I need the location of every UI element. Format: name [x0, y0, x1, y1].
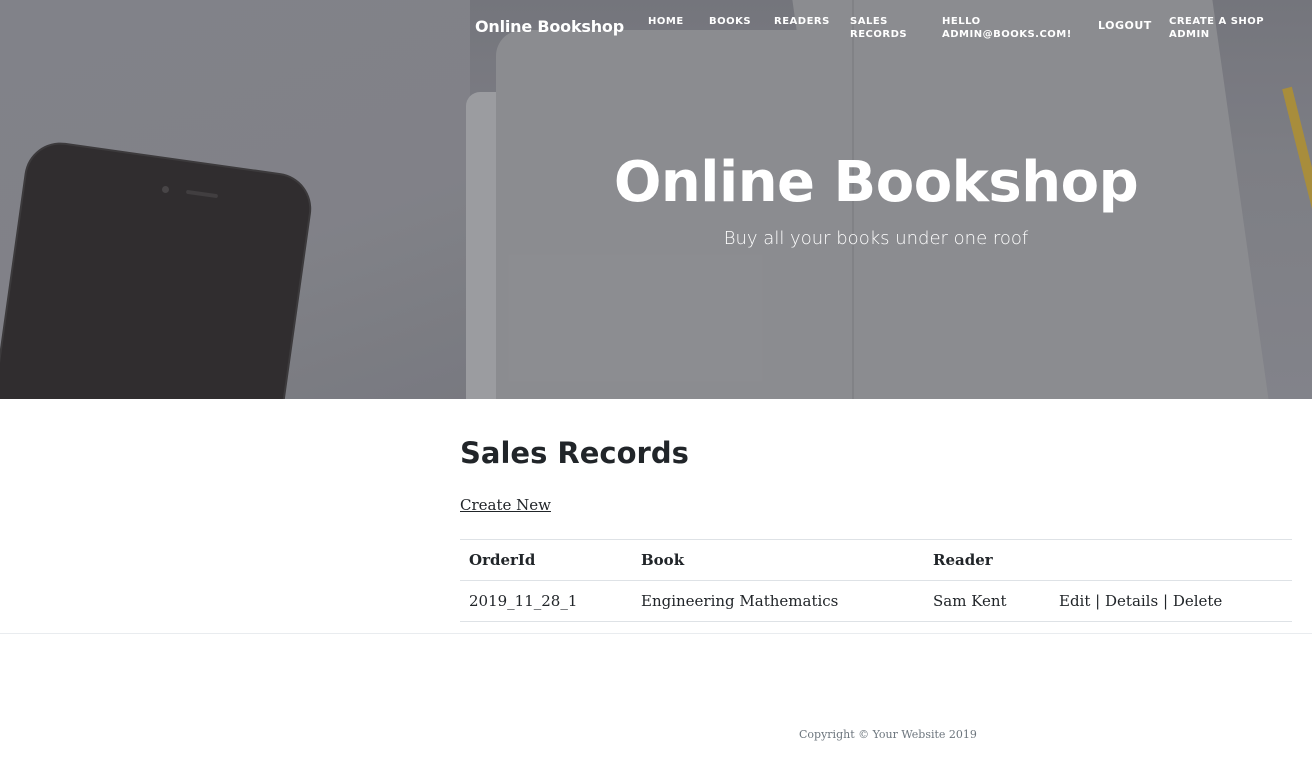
column-header-book: Book [641, 551, 685, 569]
column-header-orderid: OrderId [469, 551, 536, 569]
footer-divider [0, 633, 1312, 634]
nav-sales-records[interactable]: SALES RECORDS [850, 15, 920, 41]
nav-home[interactable]: HOME [648, 15, 684, 28]
cell-book: Engineering Mathematics [641, 592, 839, 610]
nav-create-shop-admin[interactable]: CREATE A SHOP ADMIN [1169, 15, 1279, 41]
nav-books[interactable]: BOOKS [709, 15, 751, 28]
action-separator: | [1162, 592, 1169, 610]
nav-hello-user[interactable]: HELLO ADMIN@BOOKS.COM! [942, 15, 1072, 41]
brand-link[interactable]: Online Bookshop [475, 17, 624, 36]
create-new-link[interactable]: Create New [460, 496, 551, 514]
hero-banner: Online Bookshop HOME BOOKS READERS SALES… [0, 0, 1312, 399]
hero-subtitle: Buy all your books under one roof [723, 228, 1029, 249]
cell-reader: Sam Kent [933, 592, 1007, 610]
cell-order-id: 2019_11_28_1 [469, 592, 578, 610]
table-header-row: OrderId Book Reader [460, 540, 1292, 581]
sales-records-table: OrderId Book Reader 2019_11_28_1 Enginee… [460, 539, 1292, 622]
nav-readers[interactable]: READERS [774, 15, 830, 28]
row-actions: Edit | Details | Delete [1059, 592, 1222, 610]
nav-logout[interactable]: LOGOUT [1098, 19, 1152, 32]
details-link[interactable]: Details [1105, 592, 1158, 610]
action-separator: | [1095, 592, 1101, 610]
delete-link[interactable]: Delete [1173, 592, 1222, 610]
hero-title: Online Bookshop [613, 150, 1139, 215]
footer-copyright: Copyright © Your Website 2019 [799, 728, 977, 741]
edit-link[interactable]: Edit [1059, 592, 1090, 610]
table-row: 2019_11_28_1 Engineering Mathematics Sam… [460, 581, 1292, 622]
page-title: Sales Records [460, 436, 689, 470]
column-header-reader: Reader [933, 551, 993, 569]
